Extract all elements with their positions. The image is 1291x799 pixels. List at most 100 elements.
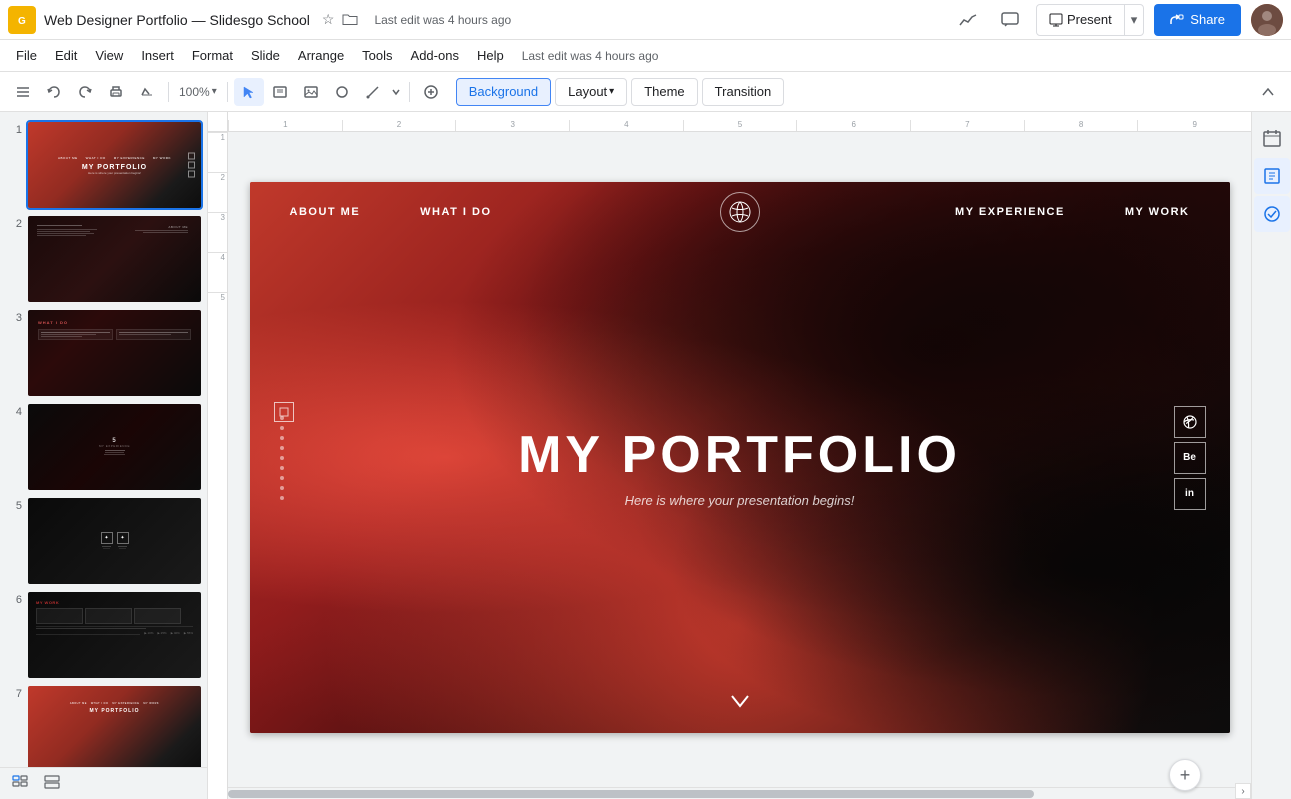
toolbar-cursor-btn[interactable] <box>234 78 264 106</box>
svg-text:G: G <box>18 16 26 27</box>
scrollbar-thumb[interactable] <box>228 790 1034 798</box>
menu-insert[interactable]: Insert <box>133 44 182 67</box>
last-edit-status: Last edit was 4 hours ago <box>522 49 659 63</box>
menu-view[interactable]: View <box>87 44 131 67</box>
toolbar-shape-btn[interactable] <box>327 78 357 106</box>
ruler-h-tick-6: 6 <box>796 120 910 131</box>
toolbar-undo-btn[interactable] <box>39 78 69 106</box>
menu-addons[interactable]: Add-ons <box>403 44 467 67</box>
grid-view-btn[interactable] <box>40 771 64 796</box>
social-dribbble <box>1174 406 1206 438</box>
dot-4 <box>280 446 284 450</box>
ruler-horizontal: 1 2 3 4 5 6 7 8 9 <box>228 112 1251 132</box>
slide-thumb-6[interactable]: MY WORK ▶ 10% ▶ 25% <box>26 590 203 680</box>
ruler-h-tick-9: 9 <box>1137 120 1251 131</box>
toolbar-image-btn[interactable] <box>296 78 326 106</box>
present-main-btn[interactable]: Present <box>1037 5 1125 35</box>
menu-slide[interactable]: Slide <box>243 44 288 67</box>
slide-item-6[interactable]: 6 MY WORK <box>4 590 203 680</box>
comment-icon-btn[interactable] <box>994 4 1026 36</box>
slide-number-3: 3 <box>4 308 22 324</box>
toolbar-line-dropdown[interactable] <box>389 78 403 106</box>
slide-thumb-4[interactable]: 5 MY EXPERIENCE <box>26 402 203 492</box>
toolbar-collapse-btn[interactable] <box>1253 78 1283 106</box>
right-check-btn[interactable] <box>1254 196 1290 232</box>
list-view-btn[interactable] <box>8 771 32 796</box>
ruler-v-tick-5: 5 <box>208 292 227 332</box>
toolbar-plus-btn[interactable] <box>416 78 446 106</box>
slide-thumb-7[interactable]: ABOUT ME WHAT I DO MY EXPERIENCE MY WORK… <box>26 684 203 774</box>
slide-thumb-3[interactable]: WHAT I DO <box>26 308 203 398</box>
slide-item-7[interactable]: 7 ABOUT ME WHAT I DO MY EXPERIENCE MY WO… <box>4 684 203 774</box>
theme-btn[interactable]: Theme <box>631 78 697 106</box>
social-behance: Be <box>1174 442 1206 474</box>
ruler-vertical: 1 2 3 4 5 <box>208 132 228 799</box>
toolbar-menu-btn[interactable] <box>8 78 38 106</box>
toolbar-zoom-group: 100% ▾ <box>175 78 221 106</box>
slide-item-3[interactable]: 3 WHAT I DO <box>4 308 203 398</box>
ruler-h-tick-4: 4 <box>569 120 683 131</box>
nav-my-experience: MY EXPERIENCE <box>955 206 1065 218</box>
slide-panel[interactable]: 1 ABOUT ME WHAT I DO MY EXPERIENCE MY WO… <box>0 112 208 799</box>
right-panel <box>1251 112 1291 799</box>
user-avatar[interactable] <box>1251 4 1283 36</box>
nav-about-me: ABOUT ME <box>290 206 361 218</box>
nav-right: MY EXPERIENCE MY WORK <box>955 206 1189 218</box>
dot-8 <box>280 486 284 490</box>
menu-help[interactable]: Help <box>469 44 512 67</box>
ruler-h-tick-5: 5 <box>683 120 797 131</box>
ruler-v-tick-1: 1 <box>208 132 227 172</box>
toolbar-textbox-btn[interactable] <box>265 78 295 106</box>
slide-item-2[interactable]: 2 ABOUT ME <box>4 214 203 304</box>
right-notes-btn[interactable] <box>1254 158 1290 194</box>
menu-tools[interactable]: Tools <box>354 44 400 67</box>
layout-dropdown-arrow: ▾ <box>609 86 614 97</box>
slide-thumb-1[interactable]: ABOUT ME WHAT I DO MY EXPERIENCE MY WORK… <box>26 120 203 210</box>
toolbar: 100% ▾ Background Layout <box>0 72 1291 112</box>
present-dropdown-arrow[interactable]: ▾ <box>1125 5 1144 35</box>
menu-format[interactable]: Format <box>184 44 241 67</box>
slide-thumb-2[interactable]: ABOUT ME <box>26 214 203 304</box>
slide-main-content[interactable]: ABOUT ME WHAT I DO MY EXPERIENC <box>250 182 1230 733</box>
ruler-h-tick-2: 2 <box>342 120 456 131</box>
background-btn[interactable]: Background <box>456 78 551 106</box>
present-button[interactable]: Present ▾ <box>1036 4 1144 36</box>
toolbar-history-group <box>8 78 162 106</box>
dot-7 <box>280 476 284 480</box>
nav-left: ABOUT ME WHAT I DO <box>290 206 492 218</box>
menu-edit[interactable]: Edit <box>47 44 85 67</box>
slide-item-4[interactable]: 4 5 MY EXPERIENCE <box>4 402 203 492</box>
share-button[interactable]: Share <box>1154 4 1241 36</box>
slide-canvas[interactable]: ABOUT ME WHAT I DO MY EXPERIENC <box>228 132 1251 783</box>
menu-file[interactable]: File <box>8 44 45 67</box>
toolbar-redo-btn[interactable] <box>70 78 100 106</box>
last-edit-label: Last edit was 4 hours ago <box>374 13 511 27</box>
slide-center-content: MY PORTFOLIO Here is where your presenta… <box>518 424 961 507</box>
toolbar-print-btn[interactable] <box>101 78 131 106</box>
transition-btn[interactable]: Transition <box>702 78 785 106</box>
slide-thumb-5[interactable]: ✦ ✦ <box>26 496 203 586</box>
add-slide-button[interactable]: + <box>1169 759 1201 791</box>
slide-number-4: 4 <box>4 402 22 418</box>
trend-icon-btn[interactable] <box>952 4 984 36</box>
canvas-area: 1 2 3 4 5 6 7 8 9 1 2 3 4 5 <box>208 112 1251 799</box>
toolbar-zoom-btn[interactable]: 100% ▾ <box>175 78 221 106</box>
dot-2 <box>280 426 284 430</box>
slide-item-1[interactable]: 1 ABOUT ME WHAT I DO MY EXPERIENCE MY WO… <box>4 120 203 210</box>
menu-arrange[interactable]: Arrange <box>290 44 352 67</box>
toolbar-paintformat-btn[interactable] <box>132 78 162 106</box>
horizontal-scrollbar[interactable] <box>228 787 1235 799</box>
nav-what-i-do: WHAT I DO <box>420 206 491 218</box>
scroll-right-arrow[interactable]: › <box>1235 783 1251 799</box>
toolbar-line-btn[interactable] <box>358 78 388 106</box>
slide-number-2: 2 <box>4 214 22 230</box>
right-calendar-btn[interactable] <box>1254 120 1290 156</box>
layout-btn[interactable]: Layout ▾ <box>555 78 627 106</box>
slide-item-5[interactable]: 5 ✦ ✦ <box>4 496 203 586</box>
slide-number-5: 5 <box>4 496 22 512</box>
star-icon[interactable]: ☆ <box>322 11 335 28</box>
app-icon: G <box>8 6 36 34</box>
folder-icon[interactable] <box>342 12 358 28</box>
share-label: Share <box>1190 12 1225 27</box>
ruler-h-tick-3: 3 <box>455 120 569 131</box>
